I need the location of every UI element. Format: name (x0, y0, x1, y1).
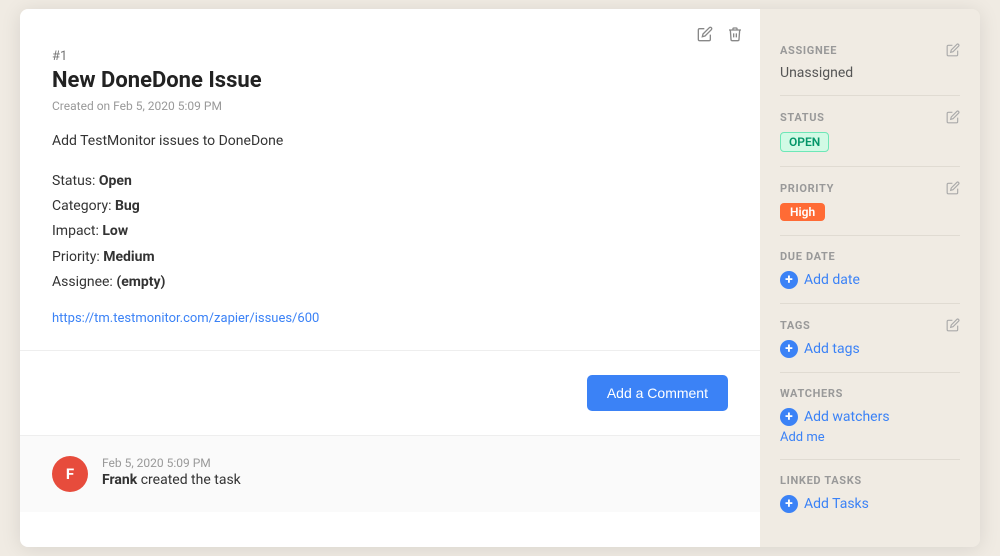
status-label: STATUS (780, 111, 825, 124)
due-date-label: DUE DATE (780, 250, 835, 263)
issue-header: #1 New DoneDone Issue Created on Feb 5, … (20, 9, 760, 351)
add-tags-icon: + (780, 340, 798, 358)
assignee-edit-icon[interactable] (946, 43, 960, 57)
sidebar-due-date-section: DUE DATE + Add date (780, 236, 960, 304)
activity-text: Frank created the task (102, 472, 241, 488)
issue-fields: Status: Open Category: Bug Impact: Low P… (52, 169, 728, 295)
edit-icon[interactable] (696, 25, 714, 43)
field-priority: Priority: Medium (52, 245, 728, 270)
field-category: Category: Bug (52, 194, 728, 219)
delete-icon[interactable] (726, 25, 744, 43)
priority-edit-icon[interactable] (946, 181, 960, 195)
priority-badge: High (780, 203, 960, 221)
issue-number: #1 (52, 49, 728, 64)
status-edit-icon[interactable] (946, 110, 960, 124)
linked-tasks-label: LINKED TASKS (780, 474, 862, 487)
field-impact: Impact: Low (52, 219, 728, 244)
issue-description: Add TestMonitor issues to DoneDone (52, 133, 728, 149)
issue-created-at: Created on Feb 5, 2020 5:09 PM (52, 99, 728, 113)
sidebar-status-section: STATUS OPEN (780, 96, 960, 167)
sidebar: ASSIGNEE Unassigned STATUS OPEN PRIORI (760, 9, 980, 547)
issue-actions (696, 25, 744, 43)
sidebar-priority-section: PRIORITY High (780, 167, 960, 236)
add-watchers-link[interactable]: + Add watchers (780, 408, 960, 426)
add-tags-link[interactable]: + Add tags (780, 340, 960, 358)
add-date-text: Add date (804, 272, 860, 288)
tags-label: TAGS (780, 319, 810, 332)
priority-label: PRIORITY (780, 182, 834, 195)
add-tasks-icon: + (780, 495, 798, 513)
issue-title: New DoneDone Issue (52, 68, 728, 93)
activity-section: F Feb 5, 2020 5:09 PM Frank created the … (20, 436, 760, 512)
add-watchers-text: Add watchers (804, 409, 890, 425)
add-me-link[interactable]: Add me (780, 430, 960, 445)
sidebar-linked-tasks-section: LINKED TASKS + Add Tasks (780, 460, 960, 527)
add-watchers-icon: + (780, 408, 798, 426)
add-date-link[interactable]: + Add date (780, 271, 960, 289)
status-badge: OPEN (780, 132, 960, 152)
issue-link: https://tm.testmonitor.com/zapier/issues… (52, 311, 728, 326)
add-tasks-link[interactable]: + Add Tasks (780, 495, 960, 513)
sidebar-tags-section: TAGS + Add tags (780, 304, 960, 373)
add-comment-button[interactable]: Add a Comment (587, 375, 728, 411)
field-status: Status: Open (52, 169, 728, 194)
activity-timestamp: Feb 5, 2020 5:09 PM (102, 456, 241, 470)
watchers-label: WATCHERS (780, 387, 843, 400)
activity-user: Frank (102, 472, 137, 488)
add-date-icon: + (780, 271, 798, 289)
sidebar-assignee-section: ASSIGNEE Unassigned (780, 29, 960, 96)
avatar: F (52, 456, 88, 492)
activity-content: Feb 5, 2020 5:09 PM Frank created the ta… (102, 456, 241, 488)
assignee-label: ASSIGNEE (780, 44, 837, 57)
tags-edit-icon[interactable] (946, 318, 960, 332)
issue-url[interactable]: https://tm.testmonitor.com/zapier/issues… (52, 311, 319, 326)
field-assignee: Assignee: (empty) (52, 270, 728, 295)
comment-section: Add a Comment (20, 351, 760, 436)
add-tags-text: Add tags (804, 341, 860, 357)
sidebar-watchers-section: WATCHERS + Add watchers Add me (780, 373, 960, 460)
assignee-value: Unassigned (780, 65, 960, 81)
add-tasks-text: Add Tasks (804, 496, 869, 512)
